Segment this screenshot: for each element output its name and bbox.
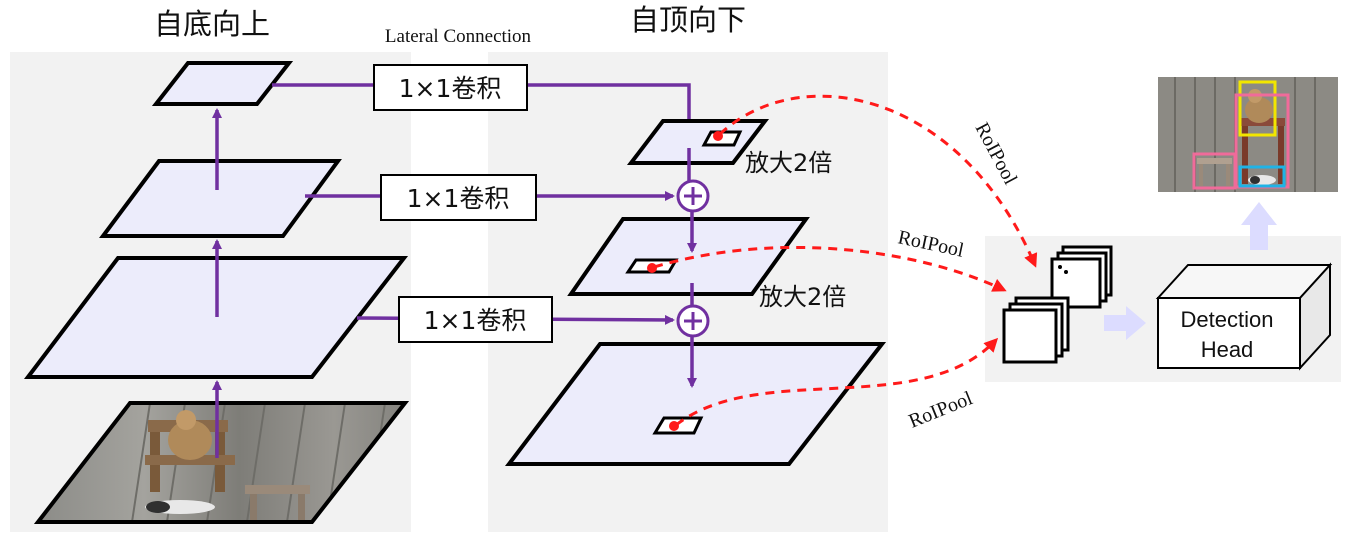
conv-label-top: 1×1卷积 xyxy=(399,74,502,103)
detection-head-line1: Detection xyxy=(1181,307,1274,332)
top-down-title: 自顶向下 xyxy=(630,3,746,37)
roipool-label-bottom: RoIPool xyxy=(906,387,976,433)
bottom-up-title: 自底向上 xyxy=(154,7,270,41)
conv-box-mid: 1×1卷积 xyxy=(380,174,537,221)
lateral-connection-title: Lateral Connection xyxy=(385,26,532,47)
conv-label-mid: 1×1卷积 xyxy=(407,184,510,213)
fpn-diagram: 自底向上 Lateral Connection 自顶向下 1×1卷积 1×1卷积… xyxy=(10,3,1341,532)
conv-box-top: 1×1卷积 xyxy=(373,64,528,111)
sum-node-lower xyxy=(676,304,710,338)
detection-head-line2: Head xyxy=(1201,337,1254,362)
upsample-label-upper: 放大2倍 xyxy=(745,149,832,177)
conv-label-bottom: 1×1卷积 xyxy=(424,306,527,335)
detection-head-box: Detection Head xyxy=(1155,262,1333,371)
conv-box-bottom: 1×1卷积 xyxy=(398,296,553,343)
roipool-label-mid: RoIPool xyxy=(896,226,966,261)
upsample-label-lower: 放大2倍 xyxy=(759,283,846,311)
roi-features-stack-front xyxy=(1002,296,1070,364)
roipool-label-top: RoIPool xyxy=(971,119,1022,189)
output-detection-image xyxy=(1158,77,1338,192)
sum-node-upper xyxy=(676,179,710,213)
